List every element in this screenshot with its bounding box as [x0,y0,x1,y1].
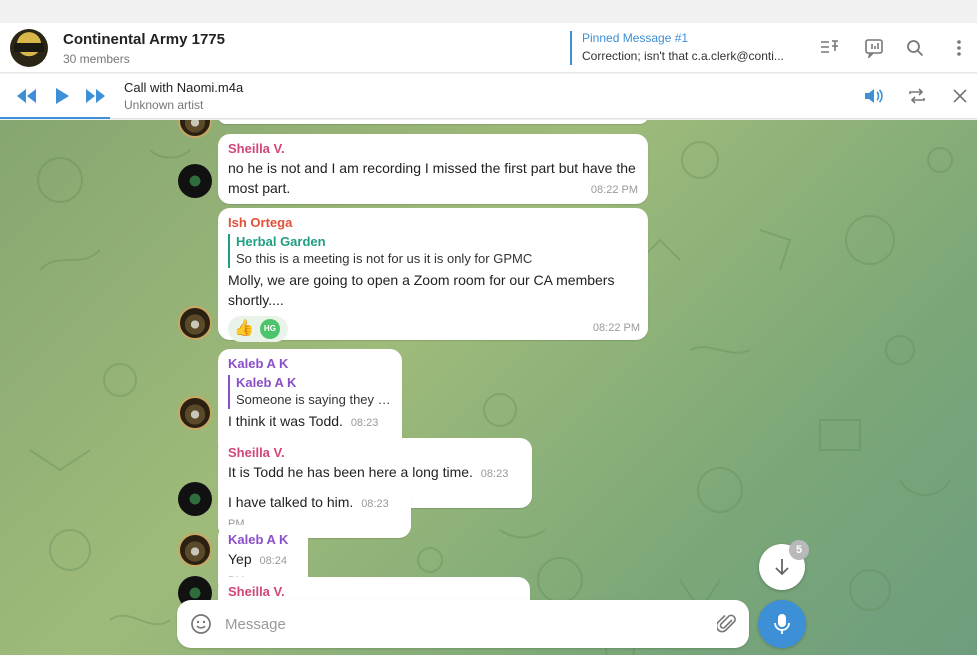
video-chat-icon[interactable] [861,35,887,61]
group-avatar[interactable] [10,29,48,67]
message-bubble-clipped [218,120,648,124]
volume-icon[interactable] [862,86,886,106]
message-body: I have talked to him. [228,494,354,510]
reaction-chip[interactable]: 👍 HG [228,316,288,342]
track-title[interactable]: Call with Naomi.m4a [124,80,243,95]
emoji-icon[interactable] [189,612,213,636]
window-top-strip [0,0,977,23]
message-body: Yep [228,551,252,567]
message-sender[interactable]: Sheilla V. [228,583,520,601]
microphone-icon [774,614,790,634]
player-progress-bar[interactable] [0,117,110,119]
reply-text: Someone is saying they ha... [236,392,396,407]
avatar[interactable] [178,482,212,516]
pinned-list-icon[interactable] [817,35,843,61]
more-vertical-icon[interactable] [946,35,972,61]
message-input[interactable] [225,612,695,636]
track-artist: Unknown artist [124,98,204,112]
repeat-icon[interactable] [905,86,929,106]
unread-count-badge: 5 [789,540,809,560]
pinned-title: Pinned Message #1 [582,31,689,45]
message-sender[interactable]: Ish Ortega [228,214,638,232]
reply-sender: Herbal Garden [236,234,326,249]
avatar[interactable] [178,396,212,430]
fast-forward-icon[interactable] [84,86,108,106]
message-sender[interactable]: Sheilla V. [228,140,638,158]
thumbs-up-icon: 👍 [234,320,254,337]
message-sender[interactable]: Sheilla V. [228,444,522,462]
message-body: Molly, we are going to open a Zoom room … [228,272,615,308]
message-body: no he is not and I am recording I missed… [228,160,636,196]
rewind-icon[interactable] [14,86,38,106]
search-icon[interactable] [902,35,928,61]
message-body: I think it was Todd. [228,413,343,429]
message-text: no he is not and I am recording I missed… [228,158,638,198]
reply-quote[interactable]: Kaleb A K Someone is saying they ha... [228,375,396,409]
reply-sender: Kaleb A K [236,375,297,390]
pinned-text: Correction; isn't that c.a.clerk@conti..… [582,49,784,63]
message-time: 08:22 PM [590,184,638,196]
member-count: 30 members [63,52,130,66]
chat-header[interactable]: Continental Army 1775 30 members Pinned … [0,23,977,73]
reply-text: So this is a meeting is not for us it is… [236,251,533,266]
reply-quote[interactable]: Herbal Garden So this is a meeting is no… [228,234,638,268]
audio-player-bar: Call with Naomi.m4a Unknown artist [0,74,977,119]
attach-icon[interactable] [715,612,739,636]
play-icon[interactable] [50,86,74,106]
message-composer [177,600,749,648]
message-sender[interactable]: Kaleb A K [228,531,298,549]
message-time: 08:22 PM [592,322,640,334]
arrow-down-icon [775,559,789,576]
pinned-message[interactable]: Pinned Message #1 Correction; isn't that… [570,31,810,65]
message-body: It is Todd he has been here a long time. [228,464,473,480]
message-bubble[interactable]: Ish Ortega Herbal Garden So this is a me… [218,208,648,342]
avatar[interactable] [178,306,212,340]
reaction-user-avatar: HG [259,319,280,339]
message-list[interactable]: Sheilla V. no he is not and I am recordi… [0,120,977,655]
avatar[interactable] [178,164,212,198]
chat-title[interactable]: Continental Army 1775 [63,31,225,48]
voice-record-button[interactable] [758,600,806,648]
message-bubble[interactable]: Sheilla V. no he is not and I am recordi… [218,134,648,204]
message-sender[interactable]: Kaleb A K [228,355,392,373]
avatar[interactable] [178,533,212,567]
close-icon[interactable] [948,86,972,106]
